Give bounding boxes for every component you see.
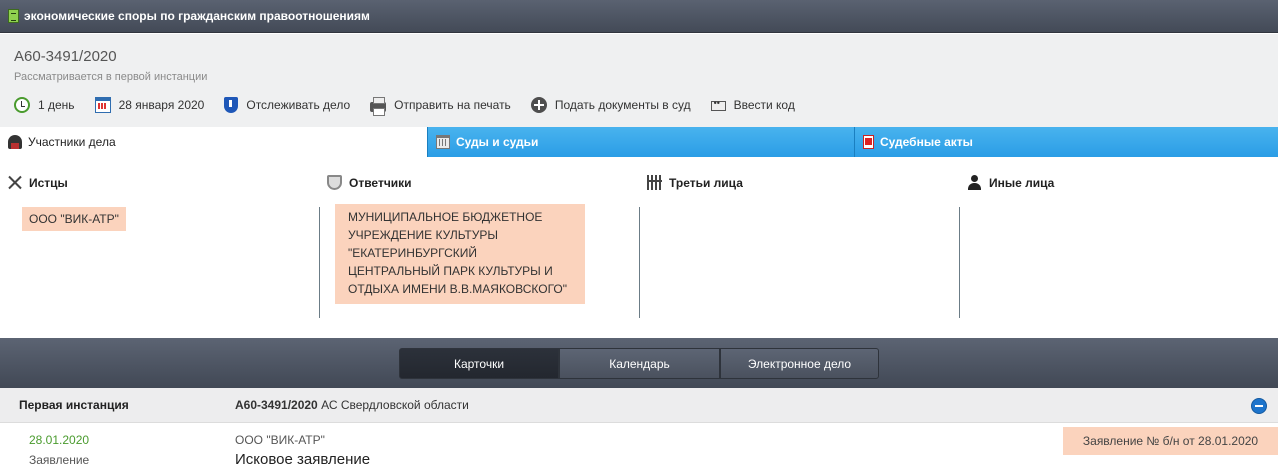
others-column: Иные лица	[960, 157, 1278, 338]
third-parties-column: Третьи лица	[640, 157, 960, 338]
collapse-minus-icon[interactable]	[1251, 398, 1267, 414]
person-icon	[8, 135, 22, 149]
participants-panel: Истцы ООО "ВИК-АТР" Ответчики МУНИЦИПАЛЬ…	[0, 157, 1278, 338]
document-icon	[8, 9, 19, 23]
instance-title: Первая инстанция	[19, 398, 129, 412]
document-type: Заявление	[29, 453, 90, 467]
user-icon	[967, 175, 982, 190]
defendants-label: Ответчики	[349, 175, 412, 190]
case-status: Рассматривается в первой инстанции	[14, 71, 208, 83]
tab-participants[interactable]: Участники дела	[0, 127, 427, 157]
swords-icon	[7, 175, 22, 190]
enter-code-button[interactable]: Ввести код	[710, 98, 795, 112]
tab-court-acts-label: Судебные акты	[880, 135, 973, 149]
instance-case-number: А60-3491/2020	[235, 398, 318, 412]
defendants-heading: Ответчики	[327, 175, 412, 190]
top-header: экономические споры по гражданским право…	[0, 0, 1278, 33]
plus-circle-icon	[530, 97, 547, 113]
others-heading: Иные лица	[967, 175, 1054, 190]
defendants-column: Ответчики МУНИЦИПАЛЬНОЕ БЮДЖЕТНОЕ УЧРЕЖД…	[320, 157, 640, 338]
tab-court-acts[interactable]: Судебные акты	[854, 127, 1278, 157]
view-switch-bar: Карточки Календарь Электронное дело	[0, 338, 1278, 388]
pdf-icon	[863, 135, 874, 149]
instance-court: АС Свердловской области	[321, 398, 469, 412]
case-header: А60-3491/2020 Рассматривается в первой и…	[0, 34, 1278, 127]
document-date: 28.01.2020	[29, 433, 90, 447]
submit-documents-button[interactable]: Подать документы в суд	[530, 97, 691, 113]
shield-outline-icon	[327, 175, 342, 190]
case-toolbar: 1 день 28 января 2020 Отслеживать дело О…	[14, 96, 815, 116]
view-cards-button[interactable]: Карточки	[399, 348, 559, 379]
case-number: А60-3491/2020	[14, 48, 117, 65]
calendar-icon	[94, 97, 111, 113]
plaintiffs-column: Истцы ООО "ВИК-АТР"	[0, 157, 320, 338]
code-icon	[710, 98, 726, 111]
third-parties-label: Третьи лица	[669, 175, 743, 190]
plaintiffs-label: Истцы	[29, 175, 68, 190]
view-electronic-case-button[interactable]: Электронное дело	[720, 348, 879, 379]
duration-label: 1 день	[38, 98, 75, 112]
shield-icon	[224, 97, 239, 113]
date-label: 28 января 2020	[118, 98, 205, 112]
tab-courts[interactable]: Суды и судьи	[427, 127, 854, 157]
plaintiffs-heading: Истцы	[7, 175, 68, 190]
third-parties-heading: Третьи лица	[647, 175, 743, 190]
submit-documents-label: Подать документы в суд	[554, 98, 691, 112]
fence-icon	[647, 175, 662, 190]
document-badge[interactable]: Заявление № б/н от 28.01.2020	[1063, 427, 1278, 455]
case-category-title: экономические споры по гражданским право…	[24, 9, 370, 23]
clock-icon	[14, 97, 30, 113]
enter-code-label: Ввести код	[733, 98, 795, 112]
document-party: ООО "ВИК-АТР"	[235, 433, 325, 447]
print-label: Отправить на печать	[394, 98, 511, 112]
document-row: 28.01.2020 Заявление ООО "ВИК-АТР" Исков…	[0, 423, 1278, 473]
print-button[interactable]: Отправить на печать	[370, 97, 511, 116]
instance-header: Первая инстанция А60-3491/2020 АС Свердл…	[0, 388, 1278, 423]
printer-icon	[370, 97, 387, 116]
duration-item: 1 день	[14, 97, 75, 113]
defendant-item[interactable]: МУНИЦИПАЛЬНОЕ БЮДЖЕТНОЕ УЧРЕЖДЕНИЕ КУЛЬТ…	[335, 204, 585, 304]
tab-participants-label: Участники дела	[28, 135, 116, 149]
case-tabs: Участники дела Суды и судьи Судебные акт…	[0, 127, 1278, 157]
document-title[interactable]: Исковое заявление	[235, 451, 370, 468]
date-item: 28 января 2020	[94, 97, 205, 113]
others-label: Иные лица	[989, 175, 1055, 190]
courthouse-icon	[436, 135, 450, 149]
instance-case-info: А60-3491/2020 АС Свердловской области	[235, 398, 469, 412]
plaintiff-item[interactable]: ООО "ВИК-АТР"	[22, 207, 126, 231]
track-case-button[interactable]: Отслеживать дело	[224, 97, 350, 113]
track-case-label: Отслеживать дело	[246, 98, 351, 112]
view-calendar-button[interactable]: Календарь	[559, 348, 720, 379]
tab-courts-label: Суды и судьи	[456, 135, 539, 149]
